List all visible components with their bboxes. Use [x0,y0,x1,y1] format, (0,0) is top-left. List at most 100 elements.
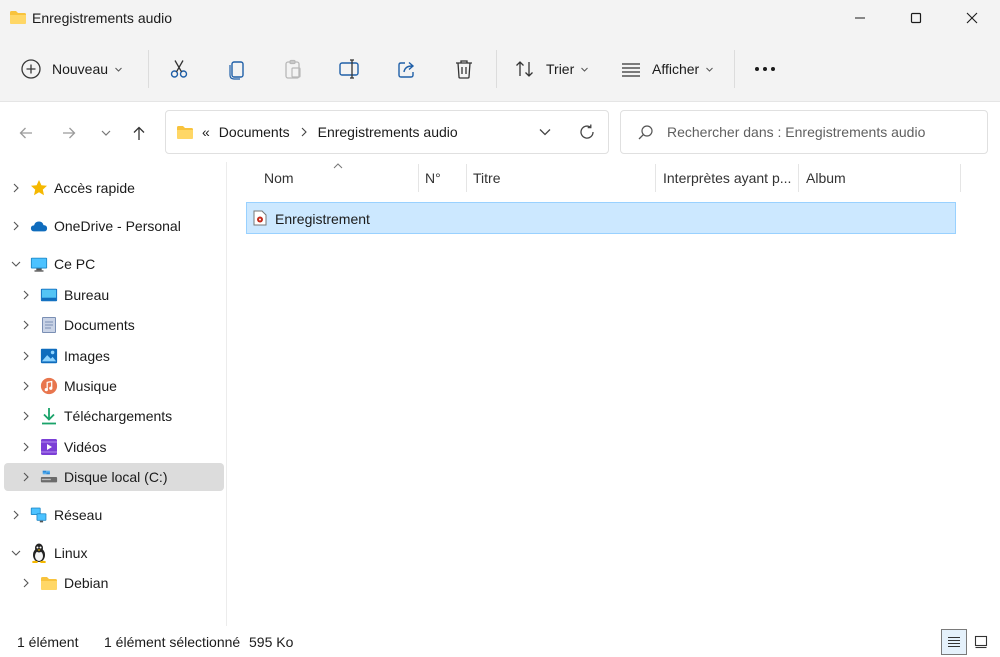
close-button[interactable] [944,0,1000,36]
more-options-button[interactable] [752,50,778,88]
chevron-down-icon [581,67,589,72]
column-divider[interactable] [960,164,961,192]
column-header-track-number[interactable]: N° [425,162,441,194]
sidebar-item-onedrive[interactable]: OneDrive - Personal [4,213,224,239]
window-title: Enregistrements audio [32,10,173,26]
chevron-right-icon[interactable] [10,182,22,194]
close-icon [966,12,978,24]
clipboard-icon [285,59,301,79]
view-button-label: Afficher [652,61,700,77]
chevron-right-icon[interactable] [20,471,32,483]
column-header-title[interactable]: Titre [473,162,500,194]
search-box[interactable] [620,110,988,154]
address-history-button[interactable] [538,125,552,142]
breadcrumb: « Documents Enregistrements audio [176,124,458,140]
toolbar-separator [148,50,149,88]
chevron-right-icon[interactable] [20,410,32,422]
folder-icon [177,125,193,139]
maximize-button[interactable] [888,0,944,36]
sidebar-item-label: Disque local (C:) [64,469,168,485]
status-bar: 1 élément 1 élément sélectionné 595 Ko [0,626,1000,657]
chevron-right-icon[interactable] [20,577,32,589]
search-input[interactable] [667,121,977,143]
view-button[interactable]: Afficher [620,50,714,88]
up-button[interactable] [127,121,151,145]
chevron-right-icon[interactable] [300,127,308,137]
chevron-down-icon[interactable] [10,258,22,270]
address-bar[interactable]: « Documents Enregistrements audio [165,110,609,154]
sidebar-item-documents[interactable]: Documents [4,312,224,338]
chevron-down-icon [539,129,551,136]
sort-button-label: Trier [546,61,575,77]
refresh-button[interactable] [578,123,596,144]
search-icon [638,125,653,140]
item-count: 1 élément [17,634,79,650]
chevron-down-icon [706,67,714,72]
column-divider[interactable] [418,164,419,192]
arrow-up-icon [133,126,145,140]
delete-button[interactable] [451,50,477,88]
chevron-right-icon[interactable] [20,350,32,362]
table-row[interactable]: Enregistrement [246,202,956,234]
share-button[interactable] [394,50,420,88]
sort-button[interactable]: Trier [514,50,589,88]
sidebar-item-linux[interactable]: Linux [4,540,224,566]
arrow-left-icon [19,127,32,139]
sidebar-item-music[interactable]: Musique [4,373,224,399]
copy-icon [229,61,244,80]
chevron-right-icon[interactable] [10,509,22,521]
sidebar-item-desktop[interactable]: Bureau [4,282,224,308]
breadcrumb-documents[interactable]: Documents [219,124,290,140]
recent-locations-button[interactable] [94,121,118,145]
sidebar-item-pictures[interactable]: Images [4,343,224,369]
sidebar-item-debian[interactable]: Debian [4,570,224,596]
sidebar-item-downloads[interactable]: Téléchargements [4,403,224,429]
file-explorer-window: Enregistrements audio Nouveau Trier Affi… [0,0,1000,657]
copy-button[interactable] [224,50,250,88]
forward-button[interactable] [57,121,81,145]
desktop-icon [40,286,58,304]
minimize-button[interactable] [832,0,888,36]
column-header-name[interactable]: Nom [264,162,294,194]
image-icon [40,347,58,365]
column-divider[interactable] [655,164,656,192]
minimize-icon [855,17,865,19]
details-view-icon [948,636,960,648]
column-header-contributing-artists[interactable]: Interprètes ayant p... [663,162,791,194]
toolbar-separator [734,50,735,88]
sort-icon [516,61,533,77]
sidebar-item-videos[interactable]: Vidéos [4,434,224,460]
plus-circle-icon [21,59,41,79]
cloud-icon [30,217,48,235]
details-view-button[interactable] [941,629,967,655]
selection-count: 1 élément sélectionné [104,634,241,650]
sidebar-item-label: Vidéos [64,439,107,455]
folder-icon [40,574,58,592]
sort-ascending-icon [333,163,343,169]
chevron-right-icon[interactable] [20,289,32,301]
column-divider[interactable] [798,164,799,192]
paste-button[interactable] [280,50,306,88]
rename-button[interactable] [337,50,363,88]
tiles-view-button[interactable] [968,629,994,655]
column-header-album[interactable]: Album [806,162,846,194]
breadcrumb-overflow[interactable]: « [202,124,210,140]
chevron-right-icon[interactable] [10,220,22,232]
document-icon [40,316,58,334]
sidebar-item-local-disk[interactable]: Disque local (C:) [4,463,224,491]
cut-button[interactable] [166,50,192,88]
column-divider[interactable] [466,164,467,192]
chevron-right-icon[interactable] [20,380,32,392]
chevron-right-icon[interactable] [20,319,32,331]
sidebar-item-quick-access[interactable]: Accès rapide [4,175,224,201]
breadcrumb-current-folder[interactable]: Enregistrements audio [318,124,458,140]
chevron-right-icon[interactable] [20,441,32,453]
file-name: Enregistrement [275,211,370,227]
sidebar-item-network[interactable]: Réseau [4,502,224,528]
video-icon [40,438,58,456]
back-button[interactable] [14,121,38,145]
sidebar-item-label: OneDrive - Personal [54,218,181,234]
sidebar-item-this-pc[interactable]: Ce PC [4,251,224,277]
chevron-down-icon[interactable] [10,547,22,559]
new-button[interactable]: Nouveau [20,50,123,88]
